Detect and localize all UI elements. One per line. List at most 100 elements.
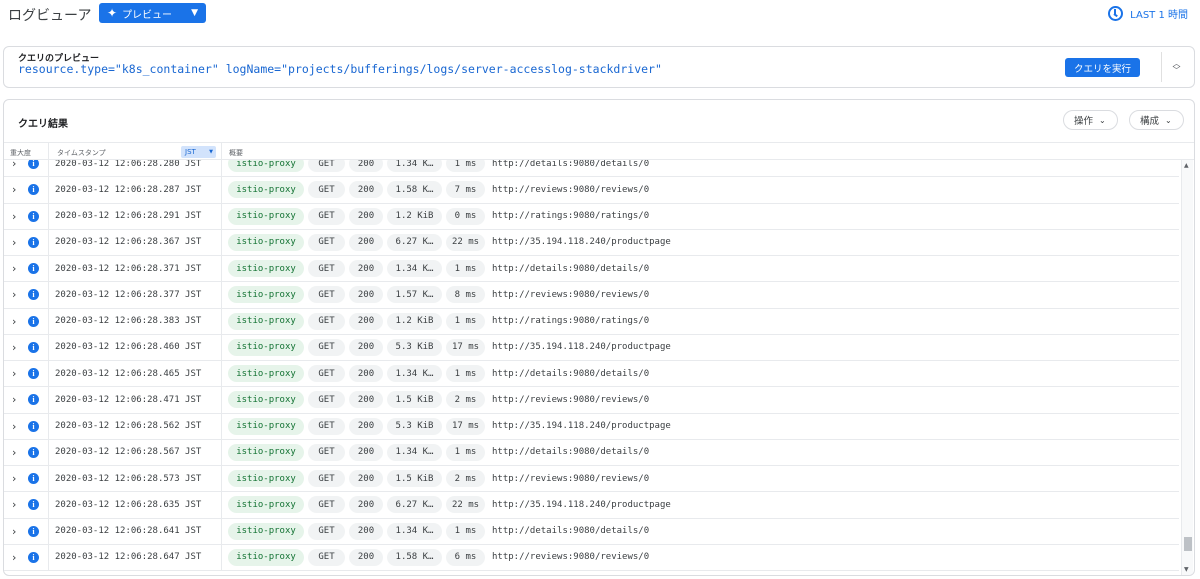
method-chip[interactable]: GET (308, 181, 345, 199)
method-chip[interactable]: GET (308, 391, 345, 409)
log-entry-row[interactable]: › i 2020-03-12 12:06:28.291 JST istio-proxy… (4, 203, 1179, 230)
status-chip[interactable]: 200 (349, 312, 383, 330)
preview-button[interactable]: ✦ プレビュー ▼ (99, 3, 206, 23)
container-chip[interactable]: istio-proxy (228, 181, 304, 199)
actions-button[interactable]: 操作 ⌄ (1063, 110, 1118, 130)
status-chip[interactable]: 200 (349, 470, 383, 488)
log-entry-row[interactable]: › i 2020-03-12 12:06:28.471 JST istio-proxy… (4, 387, 1179, 414)
log-entry-row[interactable]: › i 2020-03-12 12:06:28.287 JST istio-proxy… (4, 177, 1179, 204)
size-chip[interactable]: 5.3 KiB (387, 338, 442, 356)
latency-chip[interactable]: 2 ms (446, 470, 485, 488)
status-chip[interactable]: 200 (349, 286, 383, 304)
size-chip[interactable]: 1.34 K… (387, 160, 442, 173)
log-entry-row[interactable]: › i 2020-03-12 12:06:28.635 JST istio-proxy… (4, 492, 1179, 519)
chevron-right-icon[interactable]: › (12, 288, 22, 301)
container-chip[interactable]: istio-proxy (228, 391, 304, 409)
method-chip[interactable]: GET (308, 233, 345, 251)
timezone-selector[interactable]: JST ▼ (181, 146, 216, 158)
log-entry-row[interactable]: › i 2020-03-12 12:06:28.647 JST istio-proxy… (4, 544, 1179, 571)
size-chip[interactable]: 1.34 K… (387, 365, 442, 383)
size-chip[interactable]: 1.34 K… (387, 260, 442, 278)
latency-chip[interactable]: 1 ms (446, 365, 485, 383)
chevron-right-icon[interactable]: › (12, 315, 22, 328)
severity-column-header[interactable]: 重大度 (10, 148, 31, 158)
status-chip[interactable]: 200 (349, 443, 383, 461)
size-chip[interactable]: 6.27 K… (387, 496, 442, 514)
container-chip[interactable]: istio-proxy (228, 160, 304, 173)
time-range-selector[interactable]: LAST 1 時間 (1108, 6, 1188, 21)
chevron-right-icon[interactable]: › (12, 183, 22, 196)
size-chip[interactable]: 1.2 KiB (387, 207, 442, 225)
scroll-up-icon[interactable]: ▲ (1184, 162, 1189, 169)
method-chip[interactable]: GET (308, 160, 345, 173)
chevron-right-icon[interactable]: › (12, 210, 22, 223)
run-query-button[interactable]: クエリを実行 (1065, 58, 1140, 77)
chevron-right-icon[interactable]: › (12, 160, 22, 170)
container-chip[interactable]: istio-proxy (228, 260, 304, 278)
timestamp-column-header[interactable]: タイムスタンプ (57, 148, 106, 158)
status-chip[interactable]: 200 (349, 260, 383, 278)
status-chip[interactable]: 200 (349, 417, 383, 435)
log-entry-row[interactable]: › i 2020-03-12 12:06:28.371 JST istio-proxy… (4, 256, 1179, 283)
log-rows[interactable]: › i 2020-03-12 12:06:28.280 JST istio-proxy… (4, 160, 1179, 575)
latency-chip[interactable]: 7 ms (446, 181, 485, 199)
container-chip[interactable]: istio-proxy (228, 338, 304, 356)
container-chip[interactable]: istio-proxy (228, 417, 304, 435)
status-chip[interactable]: 200 (349, 181, 383, 199)
latency-chip[interactable]: 1 ms (446, 443, 485, 461)
latency-chip[interactable]: 22 ms (446, 496, 485, 514)
method-chip[interactable]: GET (308, 470, 345, 488)
vertical-scrollbar[interactable]: ▲ ▼ (1181, 160, 1193, 575)
chevron-right-icon[interactable]: › (12, 341, 22, 354)
status-chip[interactable]: 200 (349, 391, 383, 409)
latency-chip[interactable]: 17 ms (446, 338, 485, 356)
log-entry-row[interactable]: › i 2020-03-12 12:06:28.377 JST istio-proxy… (4, 282, 1179, 309)
configure-button[interactable]: 構成 ⌄ (1129, 110, 1184, 130)
status-chip[interactable]: 200 (349, 365, 383, 383)
status-chip[interactable]: 200 (349, 522, 383, 540)
chevron-right-icon[interactable]: › (12, 525, 22, 538)
size-chip[interactable]: 1.5 KiB (387, 391, 442, 409)
chevron-right-icon[interactable]: › (12, 236, 22, 249)
container-chip[interactable]: istio-proxy (228, 470, 304, 488)
chevron-right-icon[interactable]: › (12, 498, 22, 511)
chevron-right-icon[interactable]: › (12, 420, 22, 433)
column-divider[interactable] (48, 143, 49, 161)
size-chip[interactable]: 1.58 K… (387, 181, 442, 199)
latency-chip[interactable]: 0 ms (446, 207, 485, 225)
status-chip[interactable]: 200 (349, 233, 383, 251)
size-chip[interactable]: 1.2 KiB (387, 312, 442, 330)
latency-chip[interactable]: 17 ms (446, 417, 485, 435)
log-entry-row[interactable]: › i 2020-03-12 12:06:28.280 JST istio-proxy… (4, 160, 1179, 178)
chevron-right-icon[interactable]: › (12, 393, 22, 406)
latency-chip[interactable]: 1 ms (446, 260, 485, 278)
latency-chip[interactable]: 1 ms (446, 160, 485, 173)
log-entry-row[interactable]: › i 2020-03-12 12:06:28.367 JST istio-proxy… (4, 229, 1179, 256)
size-chip[interactable]: 1.58 K… (387, 548, 442, 566)
container-chip[interactable]: istio-proxy (228, 496, 304, 514)
log-entry-row[interactable]: › i 2020-03-12 12:06:28.567 JST istio-proxy… (4, 439, 1179, 466)
size-chip[interactable]: 1.34 K… (387, 443, 442, 461)
status-chip[interactable]: 200 (349, 160, 383, 173)
container-chip[interactable]: istio-proxy (228, 365, 304, 383)
chevron-right-icon[interactable]: › (12, 367, 22, 380)
method-chip[interactable]: GET (308, 286, 345, 304)
method-chip[interactable]: GET (308, 496, 345, 514)
log-entry-row[interactable]: › i 2020-03-12 12:06:28.460 JST istio-proxy… (4, 334, 1179, 361)
log-entry-row[interactable]: › i 2020-03-12 12:06:28.383 JST istio-proxy… (4, 308, 1179, 335)
scrollbar-thumb[interactable] (1184, 537, 1192, 551)
status-chip[interactable]: 200 (349, 548, 383, 566)
method-chip[interactable]: GET (308, 417, 345, 435)
method-chip[interactable]: GET (308, 338, 345, 356)
size-chip[interactable]: 1.5 KiB (387, 470, 442, 488)
summary-column-header[interactable]: 概要 (229, 148, 243, 158)
chevron-right-icon[interactable]: › (12, 262, 22, 275)
method-chip[interactable]: GET (308, 365, 345, 383)
expand-icon[interactable]: ︿ ﹀ (1161, 52, 1191, 82)
status-chip[interactable]: 200 (349, 338, 383, 356)
latency-chip[interactable]: 6 ms (446, 548, 485, 566)
size-chip[interactable]: 1.34 K… (387, 522, 442, 540)
chevron-right-icon[interactable]: › (12, 446, 22, 459)
method-chip[interactable]: GET (308, 312, 345, 330)
chevron-right-icon[interactable]: › (12, 551, 22, 564)
